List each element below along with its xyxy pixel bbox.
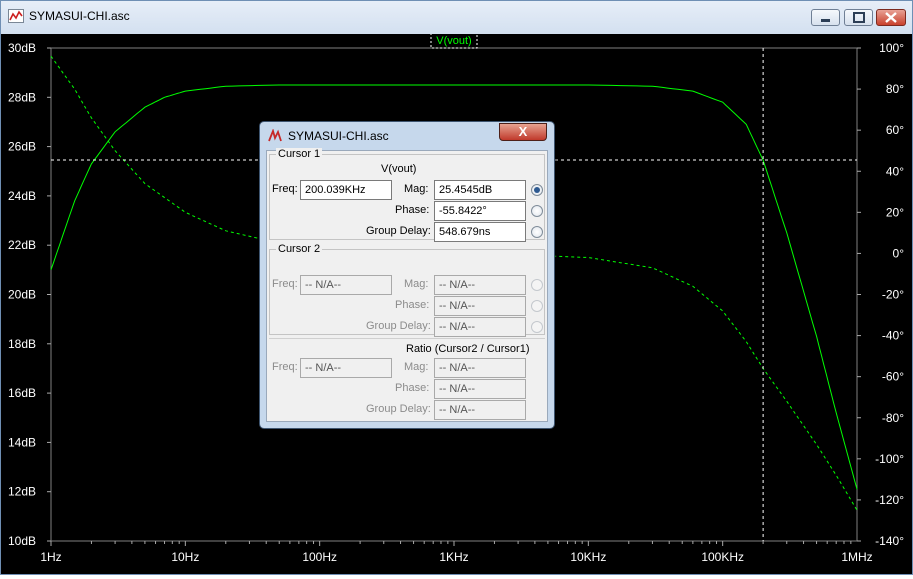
cursor1-freq-label: Freq: [272, 183, 298, 195]
ratio-title: Ratio (Cursor2 / Cursor1) [406, 343, 530, 355]
maximize-icon [853, 12, 865, 23]
y-right-tick-label: 100° [879, 41, 904, 55]
close-button[interactable] [876, 9, 906, 26]
cursor2-freq-field[interactable]: -- N/A-- [300, 275, 392, 295]
cursor1-label: Cursor 1 [276, 148, 323, 160]
cursor2-freq-label: Freq: [272, 278, 298, 290]
ratio-delay-field[interactable]: -- N/A-- [434, 400, 526, 420]
cursor-readout-dialog[interactable]: SYMASUI-CHI.asc X Cursor 1 V(vout) Freq:… [259, 121, 555, 429]
y-right-tick-label: -40° [882, 329, 904, 343]
ratio-phase-label: Phase: [395, 382, 430, 394]
y-right-tick-label: -100° [875, 452, 904, 466]
cursor1-delay-radio[interactable] [531, 226, 543, 238]
ratio-separator [269, 338, 545, 339]
cursor2-phase-radio[interactable] [531, 300, 543, 312]
title-bar[interactable]: SYMASUI-CHI.asc [1, 1, 912, 34]
ratio-mag-label: Mag: [404, 361, 429, 373]
x-tick-label: 100Hz [302, 550, 337, 564]
cursor2-delay-field[interactable]: -- N/A-- [434, 317, 526, 337]
waveform-window: SYMASUI-CHI.asc 1Hz 10Hz 100Hz 1KHz 10KHz 100… [0, 0, 913, 575]
cursor2-delay-radio[interactable] [531, 321, 543, 333]
cursor1-trace: V(vout) [381, 163, 417, 175]
y-right-tick-label: 80° [886, 82, 904, 96]
y-right-tick-label: -120° [875, 493, 904, 507]
cursor2-mag-radio[interactable] [531, 279, 543, 291]
cursor2-phase-label: Phase: [395, 299, 430, 311]
x-tick-label: 10KHz [570, 550, 606, 564]
y-right-tick-label: 0° [893, 246, 905, 260]
y-right-tick-label: 20° [886, 205, 904, 219]
y-left-tick-label: 26dB [8, 140, 36, 154]
cursor1-phase-label: Phase: [395, 204, 430, 216]
cursor1-freq-field[interactable]: 200.039KHz [300, 180, 392, 200]
ltspice-logo-icon [268, 129, 282, 142]
x-tick-label: 100KHz [701, 550, 744, 564]
cursor2-label: Cursor 2 [276, 243, 323, 255]
x-tick-label: 1KHz [439, 550, 468, 564]
y-left-tick-label: 28dB [8, 90, 36, 104]
ratio-freq-label: Freq: [272, 361, 298, 373]
y-right-tick-label: 40° [886, 164, 904, 178]
y-left-tick-label: 18dB [8, 337, 36, 351]
trace-label[interactable]: V(vout) [436, 35, 471, 47]
x-tick-label: 1Hz [40, 550, 61, 564]
cursor1-phase-field[interactable]: -55.8422° [434, 201, 526, 221]
close-icon [885, 12, 897, 23]
dialog-title: SYMASUI-CHI.asc [288, 129, 389, 143]
cursor2-mag-label: Mag: [404, 278, 429, 290]
cursor2-mag-field[interactable]: -- N/A-- [434, 275, 526, 295]
minimize-button[interactable] [811, 9, 840, 26]
dialog-body: Cursor 1 V(vout) Freq: 200.039KHz Mag: 2… [266, 148, 548, 422]
y-left-tick-label: 16dB [8, 386, 36, 400]
ratio-delay-label: Group Delay: [366, 403, 431, 415]
window-title: SYMASUI-CHI.asc [29, 9, 130, 23]
cursor1-delay-field[interactable]: 548.679ns [434, 222, 526, 242]
cursor1-mag-field[interactable]: 25.4545dB [434, 180, 526, 200]
y-left-tick-label: 22dB [8, 238, 36, 252]
y-right-tick-label: -80° [882, 411, 904, 425]
ltspice-waveform-icon [8, 9, 24, 23]
maximize-button[interactable] [844, 9, 873, 26]
cursor1-delay-label: Group Delay: [366, 225, 431, 237]
y-right-tick-label: 60° [886, 123, 904, 137]
cursor2-delay-label: Group Delay: [366, 320, 431, 332]
y-right-tick-label: -140° [875, 534, 904, 548]
x-tick-label: 10Hz [171, 550, 199, 564]
y-right-tick-label: -60° [882, 370, 904, 384]
ratio-phase-field[interactable]: -- N/A-- [434, 379, 526, 399]
y-left-tick-label: 10dB [8, 534, 36, 548]
y-left-tick-label: 12dB [8, 485, 36, 499]
cursor2-phase-field[interactable]: -- N/A-- [434, 296, 526, 316]
minimize-icon [821, 19, 830, 22]
y-left-tick-label: 24dB [8, 189, 36, 203]
y-left-tick-label: 20dB [8, 288, 36, 302]
cursor1-mag-label: Mag: [404, 183, 429, 195]
x-tick-label: 1MHz [841, 550, 872, 564]
cursor1-phase-radio[interactable] [531, 205, 543, 217]
y-left-tick-label: 30dB [8, 41, 36, 55]
ratio-freq-field[interactable]: -- N/A-- [300, 358, 392, 378]
cursor1-mag-radio[interactable] [531, 184, 543, 196]
dialog-close-button[interactable]: X [499, 123, 547, 141]
y-left-tick-label: 14dB [8, 435, 36, 449]
ratio-mag-field[interactable]: -- N/A-- [434, 358, 526, 378]
y-right-tick-label: -20° [882, 288, 904, 302]
